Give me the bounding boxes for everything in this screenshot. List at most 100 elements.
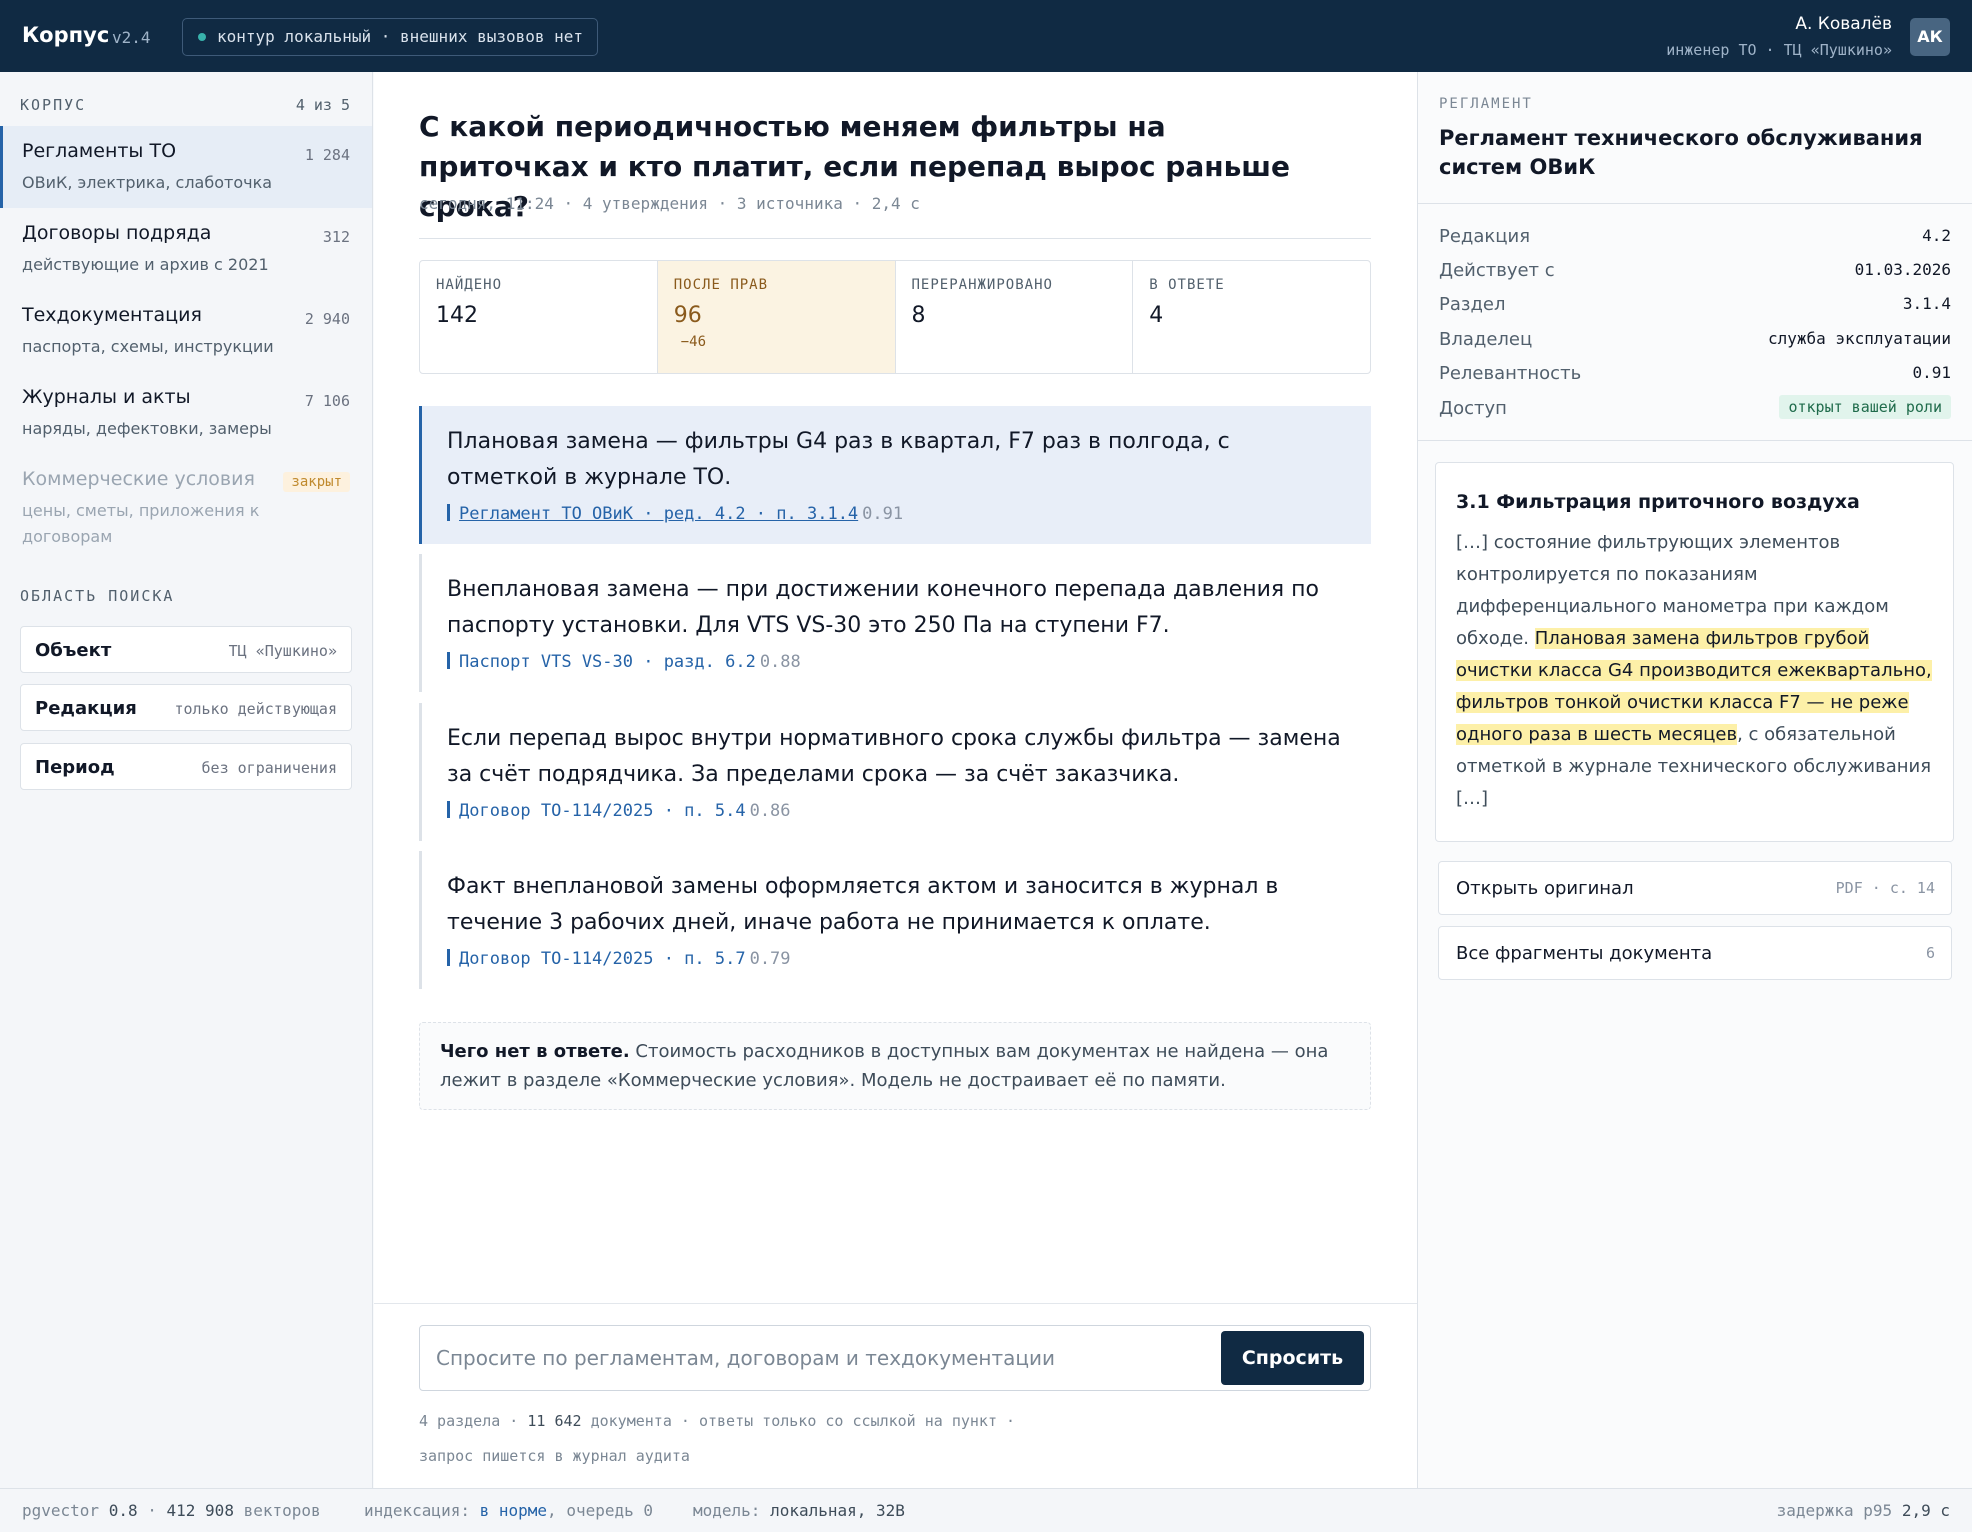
stat-value: 96 bbox=[673, 303, 702, 328]
corpus-item-tech-docs[interactable]: Техдокументация 2 940 паспорта, схемы, и… bbox=[0, 290, 372, 372]
scope-filter-period[interactable]: Период без ограничения bbox=[20, 743, 352, 790]
corpus-doc-count: 312 bbox=[322, 228, 350, 246]
source-panel: РЕГЛАМЕНТ Регламент технического обслужи… bbox=[1417, 72, 1972, 1488]
scope-label: Период bbox=[35, 757, 115, 778]
footnote-docs-count: 11 642 bbox=[527, 1412, 582, 1430]
citation-marker-icon bbox=[447, 652, 450, 669]
corpus-title: Техдокументация bbox=[22, 304, 202, 326]
user-role: инженер ТО · ТЦ «Пушкино» bbox=[1666, 41, 1892, 59]
claim-citation: Договор ТО-114/2025 · п. 5.7 0.79 bbox=[447, 949, 1346, 969]
citation-source-link[interactable]: Паспорт VTS VS-30 · разд. 6.2 bbox=[459, 652, 756, 672]
citation-score: 0.91 bbox=[862, 504, 904, 524]
corpus-doc-count: 2 940 bbox=[304, 310, 350, 328]
property-key: Редакция bbox=[1439, 226, 1531, 247]
claim-item[interactable]: Внеплановая замена — при достижении коне… bbox=[419, 554, 1371, 692]
missing-info-note: Чего нет в ответе. Стоимость расходников… bbox=[419, 1022, 1371, 1110]
divider bbox=[1418, 203, 1972, 204]
citation-marker-icon bbox=[447, 801, 450, 818]
footnote-rule: ответы только со ссылкой на пункт bbox=[698, 1412, 997, 1430]
property-key: Владелец bbox=[1439, 329, 1533, 350]
citation-source-link[interactable]: Договор ТО-114/2025 · п. 5.7 bbox=[459, 949, 746, 969]
citation-source-link[interactable]: Регламент ТО ОВиК · ред. 4.2 · п. 3.1.4 bbox=[459, 504, 858, 524]
access-badge: открыт вашей роли bbox=[1779, 395, 1951, 419]
scope-filter-edition[interactable]: Редакция только действующая bbox=[20, 684, 352, 731]
claim-item[interactable]: Плановая замена — фильтры G4 раз в кварт… bbox=[419, 406, 1371, 544]
citation-score: 0.86 bbox=[749, 801, 791, 821]
source-type-label: РЕГЛАМЕНТ bbox=[1439, 96, 1533, 112]
stat-label: ПЕРЕРАНЖИРОВАНО bbox=[911, 277, 1053, 293]
vector-count: 412 908 bbox=[166, 1501, 234, 1520]
vector-label: векторов bbox=[243, 1501, 321, 1520]
indexing-state: в норме bbox=[479, 1501, 548, 1520]
claim-text: Внеплановая замена — при достижении коне… bbox=[447, 577, 1319, 638]
corpus-description: паспорта, схемы, инструкции bbox=[22, 337, 274, 356]
stat-reranked: ПЕРЕРАНЖИРОВАНО 8 bbox=[896, 261, 1134, 373]
question-input[interactable] bbox=[436, 1326, 1216, 1390]
property-section: Раздел 3.1.4 bbox=[1439, 290, 1951, 320]
property-key: Раздел bbox=[1439, 294, 1506, 315]
claim-item[interactable]: Если перепад вырос внутри нормативного с… bbox=[419, 703, 1371, 841]
footnote-sections: 4 раздела bbox=[419, 1412, 501, 1430]
model-status: модель: локальная, 32B bbox=[693, 1501, 905, 1520]
contour-status-badge: контур локальный · внешних вызовов нет bbox=[182, 18, 599, 56]
property-key: Действует с bbox=[1439, 260, 1555, 281]
user-name[interactable]: А. Ковалёв bbox=[1795, 14, 1892, 34]
app-version: v2.4 bbox=[112, 28, 151, 47]
scope-filter-object[interactable]: Объект ТЦ «Пушкино» bbox=[20, 626, 352, 673]
claim-text: Плановая замена — фильтры G4 раз в кварт… bbox=[447, 429, 1230, 490]
citation-marker-icon bbox=[447, 504, 450, 521]
source-title: Регламент технического обслуживания сист… bbox=[1439, 126, 1923, 179]
ask-button[interactable]: Спросить bbox=[1221, 1331, 1364, 1385]
stat-label: В ОТВЕТЕ bbox=[1149, 277, 1225, 293]
corpus-item-journals[interactable]: Журналы и акты 7 106 наряды, дефектовки,… bbox=[0, 372, 372, 454]
missing-info-title: Чего нет в ответе. bbox=[440, 1041, 630, 1062]
button-meta: PDF · с. 14 bbox=[1835, 879, 1935, 897]
corpus-title: Журналы и акты bbox=[22, 386, 191, 408]
property-value: служба эксплуатации bbox=[1767, 329, 1951, 348]
indexing-label: индексация: bbox=[364, 1501, 470, 1520]
ask-form: Спросить bbox=[419, 1325, 1371, 1391]
search-scope-heading: ОБЛАСТЬ ПОИСКА bbox=[20, 587, 175, 605]
avatar[interactable]: АК bbox=[1910, 18, 1950, 56]
stat-label: ПОСЛЕ ПРАВ bbox=[673, 277, 769, 293]
answer-pane: С какой периодичностью меняем фильтры на… bbox=[374, 72, 1417, 1488]
stat-label: НАЙДЕНО bbox=[436, 277, 503, 293]
corpus-description: цены, сметы, приложения к договорам bbox=[22, 501, 260, 546]
claim-citation: Регламент ТО ОВиК · ред. 4.2 · п. 3.1.4 0… bbox=[447, 504, 1346, 524]
scope-label: Объект bbox=[35, 640, 112, 661]
app-logo[interactable]: Корпус bbox=[22, 23, 109, 47]
excerpt-text: […] состояние фильтрующих элементов конт… bbox=[1456, 527, 1933, 815]
open-original-button[interactable]: Открыть оригинал PDF · с. 14 bbox=[1438, 861, 1952, 915]
stat-in-answer: В ОТВЕТЕ 4 bbox=[1133, 261, 1370, 373]
corpus-item-contracts[interactable]: Договоры подряда 312 действующие и архив… bbox=[0, 208, 372, 290]
scope-value: ТЦ «Пушкино» bbox=[228, 642, 337, 660]
footnote-docs-label: документа bbox=[590, 1412, 672, 1430]
claim-citation: Паспорт VTS VS-30 · разд. 6.2 0.88 bbox=[447, 652, 1346, 672]
citation-source-link[interactable]: Договор ТО-114/2025 · п. 5.4 bbox=[459, 801, 746, 821]
source-excerpt: 3.1 Фильтрация приточного воздуха […] со… bbox=[1435, 462, 1954, 842]
property-value: 4.2 bbox=[1922, 226, 1951, 245]
status-bar: pgvector 0.8 · 412 908 векторов индексац… bbox=[0, 1488, 1972, 1532]
contour-status-text: контур локальный · внешних вызовов нет bbox=[217, 27, 584, 46]
stat-value: 8 bbox=[911, 303, 926, 328]
property-key: Релевантность bbox=[1439, 363, 1582, 384]
claim-text: Факт внеплановой замены оформляется акто… bbox=[447, 874, 1279, 935]
model-label: модель: bbox=[693, 1501, 761, 1520]
sidebar: КОРПУС 4 из 5 Регламенты ТО 1 284 ОВиК, … bbox=[0, 72, 373, 1488]
corpus-item-maintenance-regulations[interactable]: Регламенты ТО 1 284 ОВиК, электрика, сла… bbox=[0, 126, 372, 208]
property-owner: Владелец служба эксплуатации bbox=[1439, 325, 1951, 355]
all-fragments-button[interactable]: Все фрагменты документа 6 bbox=[1438, 926, 1952, 980]
property-value: 0.91 bbox=[1912, 363, 1951, 382]
scope-value: без ограничения bbox=[201, 759, 337, 777]
indexing-queue: , очередь 0 bbox=[547, 1501, 654, 1520]
model-value: локальная, 32B bbox=[770, 1501, 905, 1520]
top-bar: Корпус v2.4 контур локальный · внешних в… bbox=[0, 0, 1972, 72]
stat-delta: −46 bbox=[680, 334, 707, 350]
scope-value: только действующая bbox=[174, 700, 337, 718]
answer-meta: сегодня, 11:24 · 4 утверждения · 3 источ… bbox=[419, 194, 920, 213]
status-dot-icon bbox=[198, 33, 206, 41]
claim-item[interactable]: Факт внеплановой замены оформляется акто… bbox=[419, 851, 1371, 989]
scope-label: Редакция bbox=[35, 698, 137, 719]
property-value: 3.1.4 bbox=[1902, 294, 1951, 313]
latency-label: задержка p95 bbox=[1776, 1501, 1893, 1520]
